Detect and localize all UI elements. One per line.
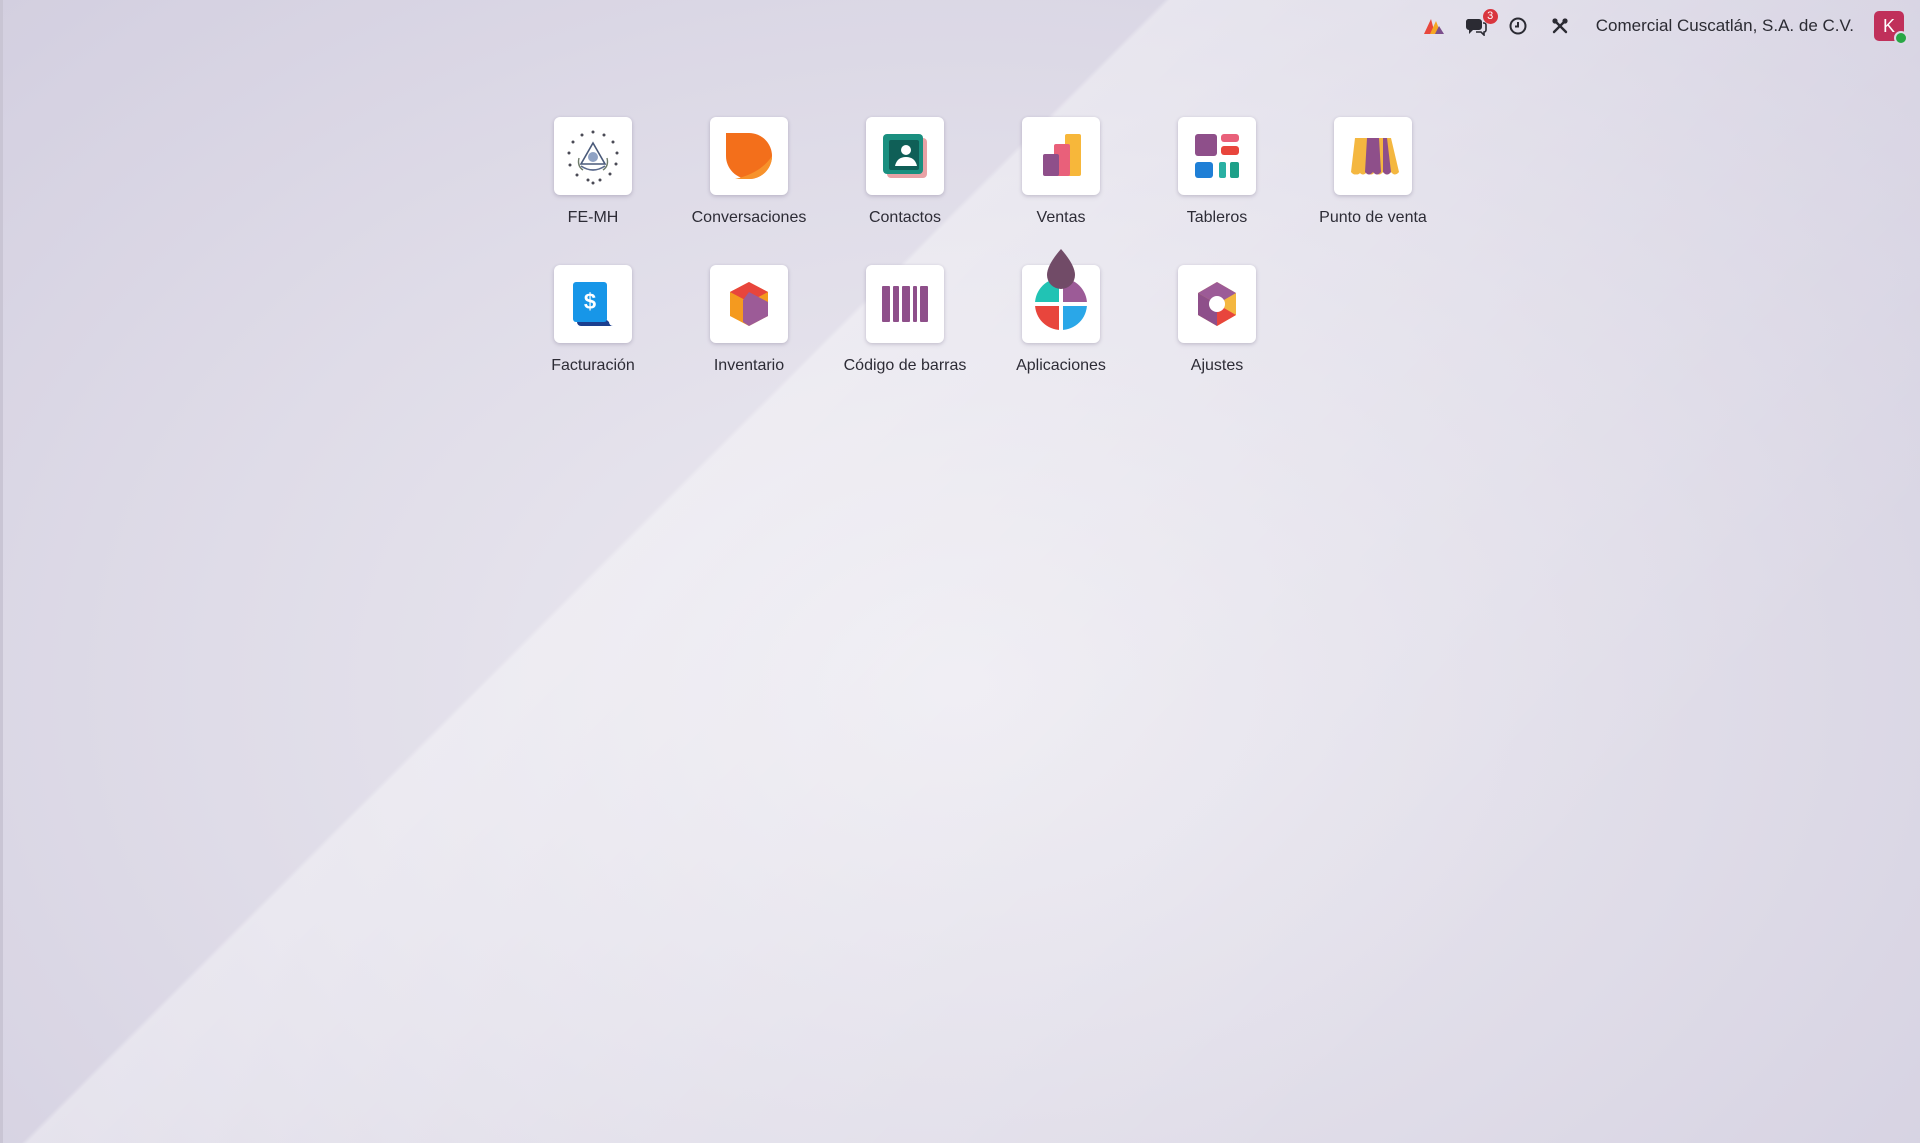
app-label: Tableros — [1186, 209, 1248, 226]
app-tile[interactable] — [710, 265, 788, 343]
app-label: Punto de venta — [1319, 209, 1427, 226]
drop-icon — [1047, 249, 1075, 289]
app-tableros[interactable]: Tableros — [1139, 117, 1295, 227]
app-tile[interactable] — [1334, 117, 1412, 195]
svg-text:$: $ — [584, 289, 596, 314]
app-label: Contactos — [868, 209, 942, 226]
dashboard-icon — [1195, 134, 1239, 178]
app-ajustes[interactable]: Ajustes — [1139, 265, 1295, 375]
app-tile[interactable] — [866, 117, 944, 195]
top-bar: 3 Comercial Cuscatlán, S.A. de C.V. K — [1420, 8, 1908, 45]
company-switcher[interactable]: Comercial Cuscatlán, S.A. de C.V. — [1596, 16, 1854, 36]
app-contactos[interactable]: Contactos — [827, 117, 983, 227]
tools-icon[interactable] — [1546, 12, 1574, 40]
app-tile[interactable] — [1178, 265, 1256, 343]
app-tile[interactable] — [1022, 249, 1100, 343]
chat-icon[interactable]: 3 — [1462, 9, 1498, 40]
sales-chart-icon — [1043, 134, 1081, 176]
app-fe-mh[interactable]: FE-MH — [515, 117, 671, 227]
app-grid: FE-MH Conversaciones Contactos Ventas Ta… — [515, 117, 1451, 375]
app-ventas[interactable]: Ventas — [983, 117, 1139, 227]
avatar-initial: K — [1882, 15, 1895, 36]
app-punto-de-venta[interactable]: Punto de venta — [1295, 117, 1451, 227]
invoice-icon: $ — [573, 282, 613, 326]
app-label: Inventario — [713, 357, 785, 374]
app-label: Aplicaciones — [1016, 357, 1106, 374]
seal-icon — [567, 130, 619, 185]
app-label: Código de barras — [843, 357, 967, 374]
barcode-icon — [882, 286, 928, 322]
app-label: Conversaciones — [691, 209, 807, 226]
brand-logo-icon[interactable] — [1420, 12, 1448, 40]
chat-bubble-icon — [726, 133, 772, 179]
settings-icon — [1198, 282, 1236, 326]
app-codigo-de-barras[interactable]: Código de barras — [827, 265, 983, 375]
app-tile[interactable] — [866, 265, 944, 343]
app-label: Ventas — [1036, 209, 1086, 226]
app-tile[interactable] — [710, 117, 788, 195]
app-tile[interactable] — [554, 117, 632, 195]
app-label: FE-MH — [567, 209, 619, 226]
app-label: Ajustes — [1190, 357, 1244, 374]
app-tile[interactable] — [1178, 117, 1256, 195]
contact-card-icon — [883, 134, 927, 178]
app-aplicaciones[interactable]: Aplicaciones — [983, 249, 1139, 375]
storefront-icon — [1351, 138, 1399, 175]
clock-icon[interactable] — [1504, 12, 1532, 40]
app-conversaciones[interactable]: Conversaciones — [671, 117, 827, 227]
presence-indicator — [1894, 31, 1908, 45]
window-edge — [0, 0, 3, 1143]
avatar[interactable]: K — [1874, 11, 1908, 45]
app-label: Facturación — [551, 357, 635, 374]
app-inventario[interactable]: Inventario — [671, 265, 827, 375]
app-tile[interactable] — [1022, 117, 1100, 195]
app-tile[interactable]: $ — [554, 265, 632, 343]
app-facturacion[interactable]: $ Facturación — [515, 265, 671, 375]
notification-badge: 3 — [1482, 9, 1498, 24]
inventory-cube-icon — [730, 282, 768, 326]
